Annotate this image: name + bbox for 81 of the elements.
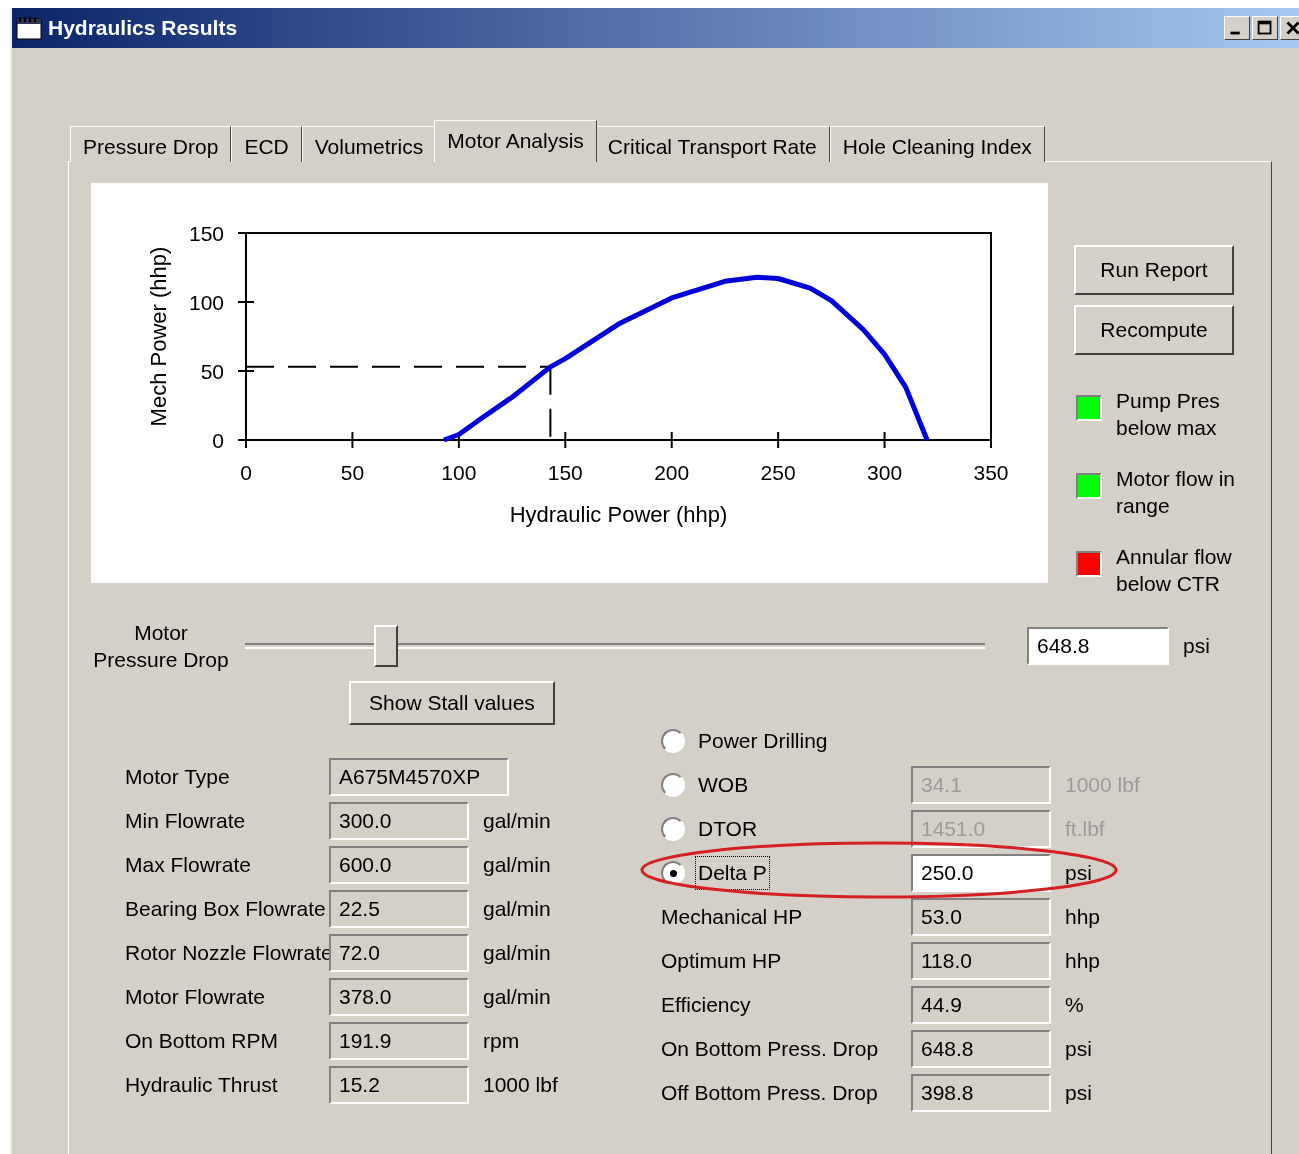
unit-label: psi — [1065, 1080, 1092, 1107]
field-label: On Bottom Press. Drop — [661, 1036, 880, 1063]
radio-button[interactable] — [661, 861, 685, 885]
value-field[interactable]: 378.0 — [329, 978, 469, 1016]
value-field[interactable]: 118.0 — [911, 942, 1051, 980]
value-field[interactable]: 53.0 — [911, 898, 1051, 936]
field-label: Optimum HP — [661, 948, 783, 975]
tick-label: 350 — [973, 461, 1009, 484]
value-field[interactable]: 600.0 — [329, 846, 469, 884]
unit-label: 1000 lbf — [483, 1072, 558, 1099]
field-label: On Bottom RPM — [124, 1028, 279, 1055]
action-button[interactable]: Run Report — [1074, 245, 1234, 295]
unit-label: hhp — [1065, 948, 1101, 975]
tick-label: 200 — [654, 461, 690, 484]
unit-label: gal/min — [483, 984, 551, 1011]
tick-label: 0 — [240, 461, 252, 484]
unit-label: psi — [1065, 1036, 1092, 1063]
field-label: Off Bottom Press. Drop — [661, 1080, 879, 1107]
tick-label: 0 — [212, 429, 224, 452]
axis-title: Mech Power (hhp) — [146, 246, 171, 427]
value-field[interactable]: 22.5 — [329, 890, 469, 928]
unit-label: gal/min — [483, 808, 551, 835]
field-label: Max Flowrate — [124, 852, 253, 879]
action-button[interactable]: Recompute — [1074, 305, 1234, 355]
value-field[interactable]: 648.8 — [1027, 627, 1169, 665]
unit-label: gal/min — [483, 852, 551, 879]
tab[interactable]: Pressure Drop — [70, 126, 232, 162]
tick-label: 250 — [760, 461, 796, 484]
tick-label: 150 — [547, 461, 583, 484]
slider-thumb[interactable] — [373, 625, 398, 667]
app-icon — [16, 16, 42, 40]
field-label: Hydraulic Thrust — [124, 1072, 279, 1099]
field-label: Mechanical HP — [661, 904, 804, 931]
field-label: Rotor Nozzle Flowrate — [124, 940, 329, 967]
field-label: Min Flowrate — [124, 808, 247, 835]
tab[interactable]: Critical Transport Rate — [594, 126, 830, 162]
value-field[interactable]: 250.0 — [911, 854, 1051, 892]
unit-label: % — [1065, 992, 1084, 1019]
indicator-label: Motor flow in range — [1116, 466, 1237, 519]
indicator-label: Pump Pres below max — [1116, 388, 1221, 441]
tick-label: 300 — [867, 461, 903, 484]
tab[interactable]: ECD — [231, 126, 302, 162]
maximize-icon[interactable] — [1252, 16, 1278, 40]
unit-label: gal/min — [483, 940, 551, 967]
radio-label[interactable]: Power Drilling — [695, 724, 831, 758]
radio-button[interactable] — [661, 729, 685, 753]
minimize-icon[interactable] — [1224, 16, 1250, 40]
axis-title: Hydraulic Power (hhp) — [509, 502, 728, 527]
value-field[interactable]: 15.2 — [329, 1066, 469, 1104]
tab[interactable]: Hole Cleaning Index — [829, 126, 1045, 162]
close-icon[interactable] — [1280, 16, 1299, 40]
tick-label: 150 — [188, 222, 224, 245]
unit-label: 1000 lbf — [1065, 772, 1140, 799]
field-label: Bearing Box Flowrate — [124, 896, 327, 923]
field-label: Motor Flowrate — [124, 984, 267, 1011]
window-title: Hydraulics Results — [48, 15, 238, 42]
tab[interactable]: Motor Analysis — [434, 120, 597, 162]
tick-label: 100 — [441, 461, 477, 484]
unit-label: gal/min — [483, 896, 551, 923]
unit-label: psi — [1065, 860, 1092, 887]
value-field[interactable]: 191.9 — [329, 1022, 469, 1060]
unit-label: ft.lbf — [1065, 816, 1105, 843]
value-field[interactable]: 648.8 — [911, 1030, 1051, 1068]
stall-button[interactable]: Show Stall values — [349, 681, 555, 725]
unit-label: psi — [1183, 633, 1210, 660]
tick-label: 50 — [340, 461, 365, 484]
unit-label: rpm — [483, 1028, 520, 1055]
tick-label: 50 — [200, 360, 224, 383]
value-field[interactable]: 44.9 — [911, 986, 1051, 1024]
radio-label[interactable]: Delta P — [695, 856, 770, 890]
field-label: Motor Type — [124, 764, 231, 791]
value-field[interactable]: 72.0 — [329, 934, 469, 972]
tab[interactable]: Volumetrics — [301, 126, 437, 162]
field-label: Efficiency — [661, 992, 752, 1019]
slider-label: Motor Pressure Drop — [92, 620, 230, 673]
value-field[interactable]: 300.0 — [329, 802, 469, 840]
indicator-label: Annular flow below CTR — [1116, 544, 1233, 597]
unit-label: hhp — [1065, 904, 1101, 931]
value-field[interactable]: A675M4570XP — [329, 758, 509, 796]
value-field[interactable]: 398.8 — [911, 1074, 1051, 1112]
tick-label: 100 — [188, 291, 224, 314]
